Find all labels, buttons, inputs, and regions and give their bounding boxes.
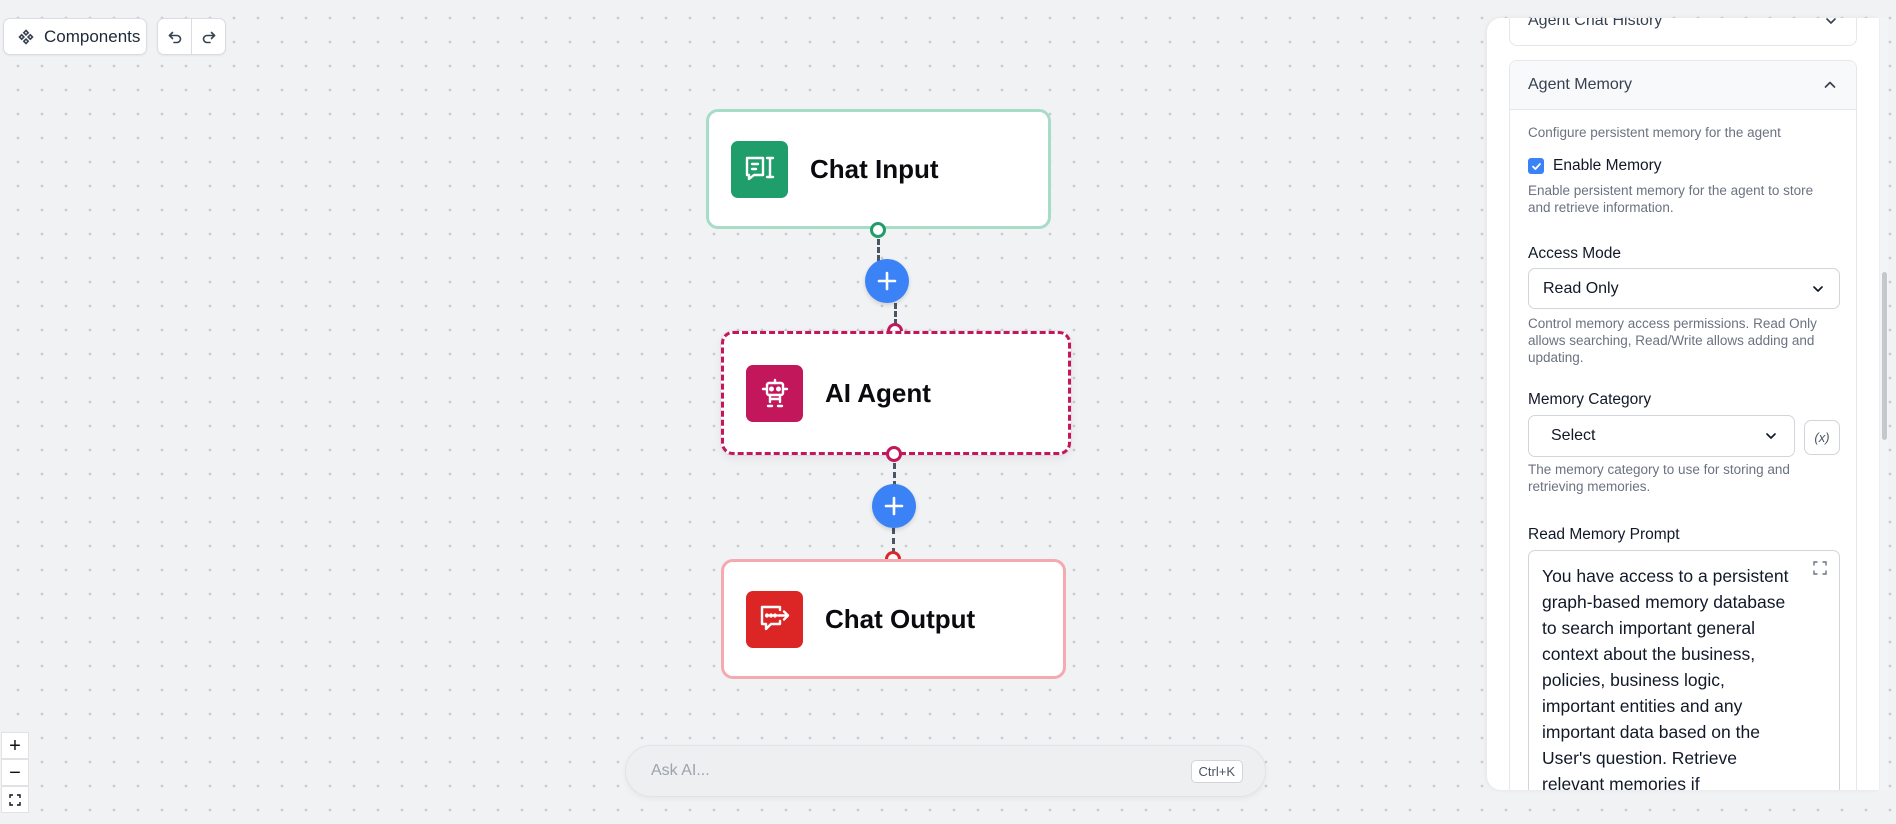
section-description: Configure persistent memory for the agen…: [1528, 125, 1781, 140]
memory-category-select[interactable]: Select: [1528, 415, 1795, 457]
enable-memory-help: Enable persistent memory for the agent t…: [1528, 183, 1814, 215]
node-title: Chat Output: [825, 603, 976, 634]
components-button[interactable]: Components: [3, 18, 147, 55]
redo-button[interactable]: [191, 19, 225, 54]
chat-input-output-handle[interactable]: [870, 222, 886, 238]
chevron-up-icon: [1822, 77, 1838, 93]
section-agent-memory: Agent Memory Configure persistent memory…: [1509, 60, 1857, 790]
access-mode-value: Read Only: [1543, 279, 1619, 297]
memory-category-value: Select: [1551, 427, 1596, 444]
redo-icon: [201, 29, 217, 45]
chevron-down-icon: [1811, 282, 1825, 296]
undo-button[interactable]: [158, 19, 191, 54]
ask-ai-placeholder: Ask AI...: [651, 762, 710, 779]
enable-memory-row: Enable Memory: [1528, 157, 1662, 175]
variable-button[interactable]: (x): [1804, 420, 1840, 455]
access-mode-help: Control memory access permissions. Read …: [1528, 316, 1817, 365]
agent-memory-header[interactable]: Agent Memory: [1510, 61, 1856, 110]
access-mode-label: Access Mode: [1528, 245, 1622, 262]
add-node-button[interactable]: [872, 484, 916, 528]
chat-output-icon-box: [746, 590, 803, 648]
enable-memory-checkbox[interactable]: [1528, 158, 1544, 174]
variable-icon: (x): [1814, 430, 1830, 445]
section-agent-chat-history[interactable]: Agent Chat History: [1509, 18, 1857, 46]
chevron-down-icon: [1824, 18, 1838, 28]
chat-input-icon: [743, 152, 777, 186]
panel-scrollbar-thumb[interactable]: [1882, 272, 1887, 440]
ask-ai-input[interactable]: Ask AI... Ctrl+K: [625, 745, 1266, 797]
plus-icon: [876, 270, 898, 292]
ai-agent-icon-box: [746, 364, 803, 422]
memory-category-label: Memory Category: [1528, 391, 1652, 408]
enable-memory-label: Enable Memory: [1553, 157, 1662, 174]
ai-agent-output-handle[interactable]: [886, 446, 902, 462]
read-memory-prompt-textarea[interactable]: You have access to a persistent graph-ba…: [1528, 550, 1840, 790]
read-memory-prompt-value: You have access to a persistent graph-ba…: [1542, 566, 1789, 790]
chat-output-icon: [758, 602, 792, 636]
node-title: Chat Input: [810, 153, 939, 184]
chevron-down-icon: [1764, 429, 1778, 443]
fit-view-icon: [9, 793, 21, 806]
undo-icon: [167, 29, 183, 45]
zoom-in-icon: +: [9, 734, 21, 757]
expand-icon[interactable]: [1813, 561, 1827, 575]
plus-icon: [883, 495, 905, 517]
undo-redo-group: [157, 18, 226, 55]
zoom-in-button[interactable]: +: [1, 732, 29, 759]
section-title: Agent Chat History: [1528, 18, 1663, 29]
add-node-button[interactable]: [865, 259, 909, 303]
fit-view-button[interactable]: [1, 786, 29, 813]
zoom-out-icon: −: [9, 761, 21, 784]
node-title: AI Agent: [825, 377, 931, 408]
zoom-out-button[interactable]: −: [1, 759, 29, 786]
node-chat-input[interactable]: Chat Input: [706, 109, 1051, 229]
properties-panel: Agent Chat History Agent Memory Configur…: [1487, 18, 1879, 790]
read-memory-prompt-label: Read Memory Prompt: [1528, 526, 1680, 543]
chat-input-icon-box: [731, 140, 788, 198]
edge-input-to-plus: [877, 239, 880, 261]
robot-icon: [759, 377, 791, 409]
node-ai-agent[interactable]: AI Agent: [721, 331, 1071, 455]
memory-category-help: The memory category to use for storing a…: [1528, 462, 1790, 494]
components-label: Components: [44, 26, 141, 46]
node-chat-output[interactable]: Chat Output: [721, 559, 1066, 679]
edge-plus-to-agent: [894, 303, 897, 325]
components-icon: [18, 28, 34, 45]
access-mode-select[interactable]: Read Only: [1528, 268, 1840, 309]
section-title: Agent Memory: [1528, 76, 1633, 93]
shortcut-badge: Ctrl+K: [1190, 759, 1243, 783]
